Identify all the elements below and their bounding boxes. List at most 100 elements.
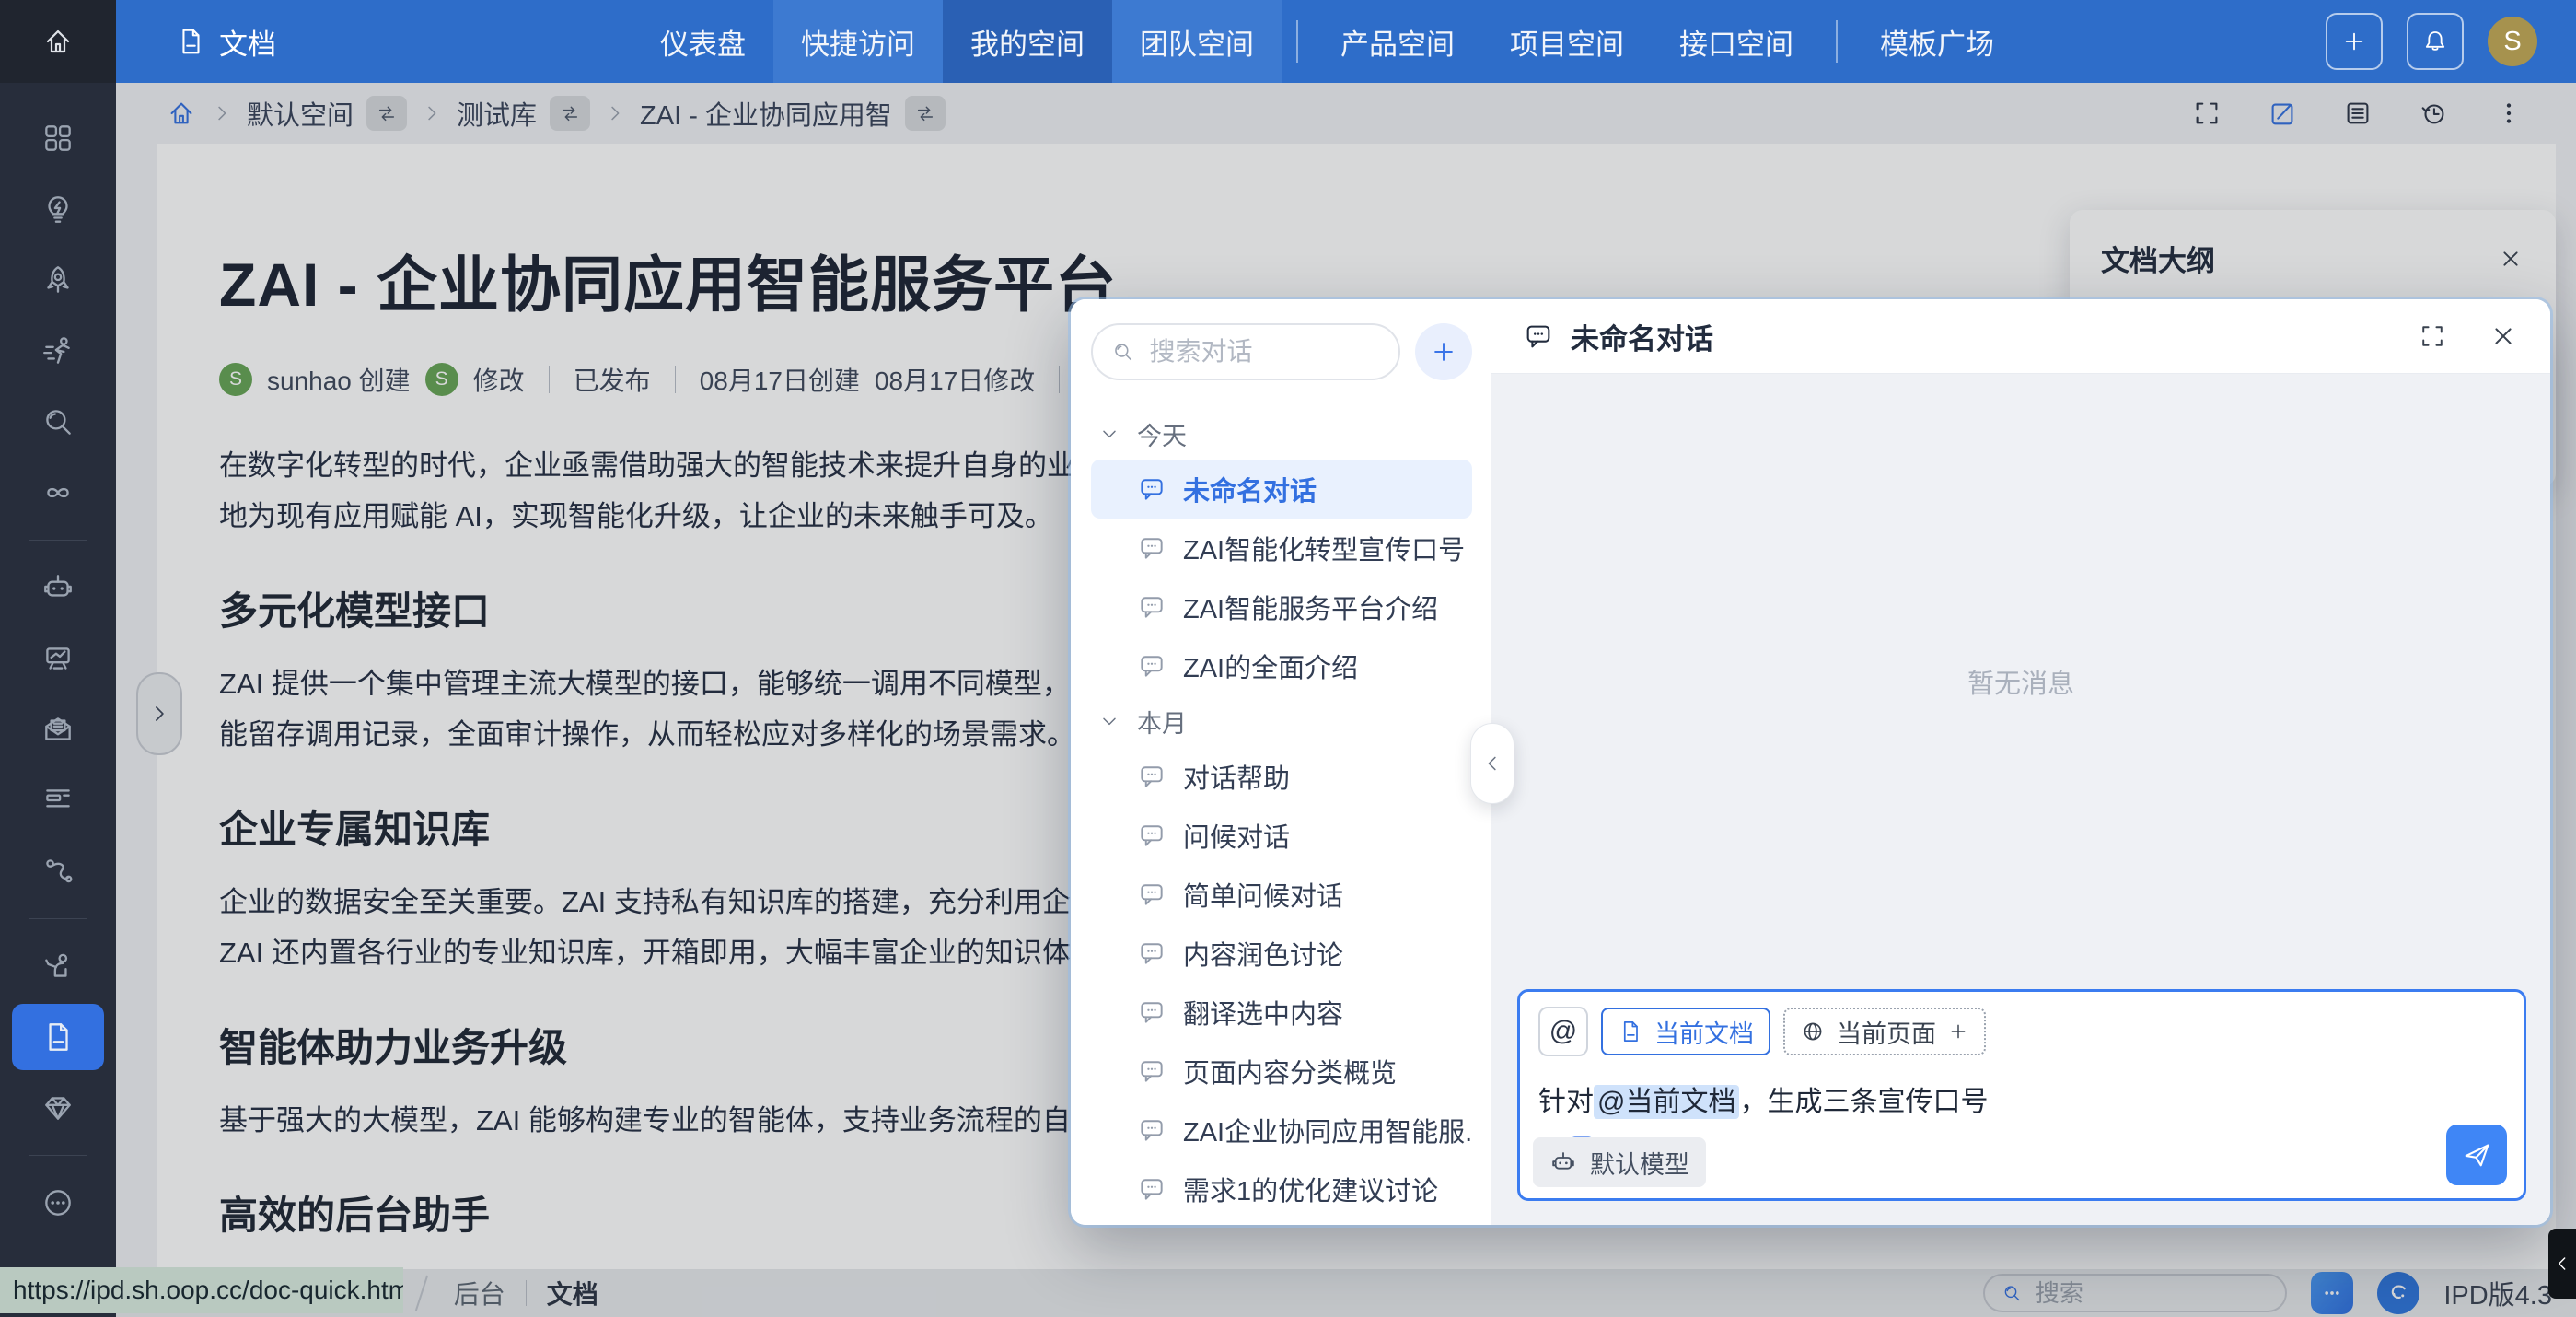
current-page-chip[interactable]: 当前页面 bbox=[1783, 1008, 1986, 1055]
creator-label: sunhao 创建 bbox=[267, 361, 411, 398]
browser-status-url: https://ipd.sh.oop.cc/doc-quick.html bbox=[0, 1267, 403, 1313]
outline-icon[interactable] bbox=[2342, 98, 2373, 129]
breadcrumb-label[interactable]: 默认空间 bbox=[247, 94, 354, 133]
conversation-row[interactable]: 翻译选中内容 bbox=[1091, 983, 1472, 1042]
current-doc-chip[interactable]: 当前文档 bbox=[1601, 1008, 1770, 1055]
breadcrumb-switcher-button[interactable] bbox=[366, 96, 407, 131]
sidebar-item-gem[interactable] bbox=[12, 1075, 104, 1141]
conversation-label: 今天 bbox=[1137, 416, 1187, 452]
edit-icon[interactable] bbox=[2267, 98, 2298, 129]
sidebar-item-explore[interactable] bbox=[12, 389, 104, 455]
sidebar-item-presenter[interactable] bbox=[12, 933, 104, 999]
nav-tab[interactable]: 接口空间 bbox=[1652, 0, 1821, 83]
home-nav-button[interactable] bbox=[0, 0, 116, 83]
document-icon bbox=[41, 1020, 75, 1055]
paper-plane-icon bbox=[2461, 1139, 2492, 1171]
nav-tab-label: 产品空间 bbox=[1340, 21, 1455, 63]
sidebar-item-robot[interactable] bbox=[12, 554, 104, 621]
edge-collapse-tab[interactable] bbox=[2548, 1229, 2576, 1299]
text: 能留存调用记录，全面审计操作，从而轻松应对多样化的场景需求。 bbox=[219, 718, 1075, 751]
outline-title: 文档大纲 bbox=[2101, 238, 2215, 279]
current-tab[interactable]: 文档 bbox=[547, 1275, 598, 1311]
breadcrumb-label[interactable]: 测试库 bbox=[457, 94, 537, 133]
nav-tab[interactable]: 产品空间 bbox=[1313, 0, 1482, 83]
nav-tab[interactable]: 仪表盘 bbox=[632, 0, 773, 83]
sidebar-item-devops[interactable] bbox=[12, 460, 104, 526]
mention-button[interactable]: @ bbox=[1538, 1007, 1588, 1056]
nav-tab-label: 模板广场 bbox=[1880, 21, 1994, 63]
kebab-menu-icon[interactable] bbox=[2493, 98, 2524, 129]
sprint-runner-icon bbox=[41, 333, 75, 368]
create-button[interactable] bbox=[2326, 13, 2383, 70]
close-icon[interactable] bbox=[2488, 321, 2519, 352]
rail-divider bbox=[29, 540, 87, 541]
breadcrumb-label[interactable]: ZAI - 企业协同应用智 bbox=[640, 94, 892, 133]
fullscreen-icon[interactable] bbox=[2191, 98, 2222, 129]
composer-input[interactable]: 针对@当前文档，生成三条宣传口号 bbox=[1538, 1078, 2505, 1119]
conversation-search-input[interactable] bbox=[1148, 336, 1380, 367]
sidebar-item-ideas[interactable] bbox=[12, 176, 104, 242]
conversation-row[interactable]: 对话帮助 bbox=[1091, 747, 1472, 806]
sidebar-item-board[interactable] bbox=[12, 625, 104, 692]
conversation-pane-collapse-handle[interactable] bbox=[1470, 723, 1514, 804]
panel-expand-handle[interactable] bbox=[136, 672, 182, 755]
history-icon[interactable] bbox=[2418, 98, 2449, 129]
nav-tab[interactable]: 快捷访问 bbox=[773, 0, 943, 83]
conversation-label: 页面内容分类概览 bbox=[1183, 1052, 1397, 1090]
assistant-bubble-button[interactable] bbox=[2311, 1272, 2353, 1314]
chevron-left-icon bbox=[2551, 1253, 2573, 1275]
model-selector[interactable]: 默认模型 bbox=[1533, 1137, 1706, 1187]
breadcrumb-home-icon[interactable] bbox=[166, 98, 197, 129]
conversation-search[interactable] bbox=[1091, 323, 1400, 380]
conversation-row[interactable]: 本月 bbox=[1091, 695, 1472, 747]
sidebar-item-mail[interactable] bbox=[12, 696, 104, 763]
chevron-down-icon bbox=[1098, 710, 1120, 732]
new-conversation-button[interactable] bbox=[1415, 323, 1472, 380]
conversation-row[interactable]: 页面内容分类概览 bbox=[1091, 1042, 1472, 1101]
chat-bubble-icon bbox=[1137, 997, 1166, 1027]
sidebar-item-launch[interactable] bbox=[12, 247, 104, 313]
nav-tab[interactable]: 模板广场 bbox=[1852, 0, 2022, 83]
nav-divider bbox=[1836, 20, 1838, 63]
conversation-row[interactable]: ZAI智能服务平台介绍 bbox=[1091, 577, 1472, 636]
conversation-list: 今天 未命名对话 ZAI智能化转型宣传口号 ZAI智能服务平台介绍 bbox=[1091, 408, 1472, 1218]
nav-tab[interactable]: 团队空间 bbox=[1112, 0, 1282, 83]
nav-tab-label: 快捷访问 bbox=[801, 21, 915, 63]
user-avatar[interactable]: S bbox=[2488, 17, 2537, 66]
conversation-label: ZAI企业协同应用智能服... bbox=[1183, 1111, 1472, 1149]
sidebar-item-document[interactable] bbox=[12, 1004, 104, 1070]
sidebar-item-requirements[interactable] bbox=[12, 767, 104, 833]
conversation-row[interactable]: ZAI企业协同应用智能服... bbox=[1091, 1101, 1472, 1160]
composer-text: ，生成三条宣传口号 bbox=[1739, 1087, 1988, 1117]
plus-icon bbox=[2340, 28, 2368, 55]
global-search-input[interactable] bbox=[2034, 1278, 2269, 1309]
nav-tab[interactable]: 我的空间 bbox=[943, 0, 1112, 83]
sidebar-item-sprint[interactable] bbox=[12, 318, 104, 384]
conversation-row[interactable]: 需求1的优化建议讨论 bbox=[1091, 1160, 1472, 1218]
conversation-row[interactable]: ZAI智能化转型宣传口号 bbox=[1091, 519, 1472, 577]
back-tab[interactable]: 后台 bbox=[454, 1275, 505, 1311]
breadcrumb-switcher-button[interactable] bbox=[550, 96, 590, 131]
fullscreen-icon[interactable] bbox=[2418, 321, 2447, 351]
sidebar-item-dashboard[interactable] bbox=[12, 105, 104, 171]
swap-icon bbox=[376, 102, 398, 124]
document-text-line: ZAI 不仅仅是一个智能体，它还是您全能的后台助手。无论是任务智能 bbox=[219, 1263, 2519, 1269]
global-search[interactable] bbox=[1983, 1274, 2287, 1312]
outline-close-button[interactable] bbox=[2497, 245, 2524, 273]
sidebar-item-roadmap[interactable] bbox=[12, 838, 104, 904]
sidebar-item-more[interactable] bbox=[12, 1170, 104, 1236]
conversation-row[interactable]: 未命名对话 bbox=[1091, 460, 1472, 519]
conversation-row[interactable]: 内容润色讨论 bbox=[1091, 924, 1472, 983]
breadcrumb-switcher-button[interactable] bbox=[905, 96, 946, 131]
conversation-row[interactable]: 简单问候对话 bbox=[1091, 865, 1472, 924]
conversation-row[interactable]: 今天 bbox=[1091, 408, 1472, 460]
gem-icon bbox=[41, 1090, 75, 1125]
message-composer[interactable]: @ 当前文档 当前页面 针对@当前文档，生成三条宣传口号 bbox=[1517, 989, 2526, 1201]
roadmap-route-icon bbox=[41, 854, 75, 889]
chevron-right-icon bbox=[603, 101, 627, 125]
conversation-row[interactable]: 问候对话 bbox=[1091, 806, 1472, 865]
conversation-row[interactable]: ZAI的全面介绍 bbox=[1091, 636, 1472, 695]
nav-tab[interactable]: 项目空间 bbox=[1482, 0, 1652, 83]
send-button[interactable] bbox=[2446, 1125, 2507, 1185]
notifications-button[interactable] bbox=[2407, 13, 2464, 70]
